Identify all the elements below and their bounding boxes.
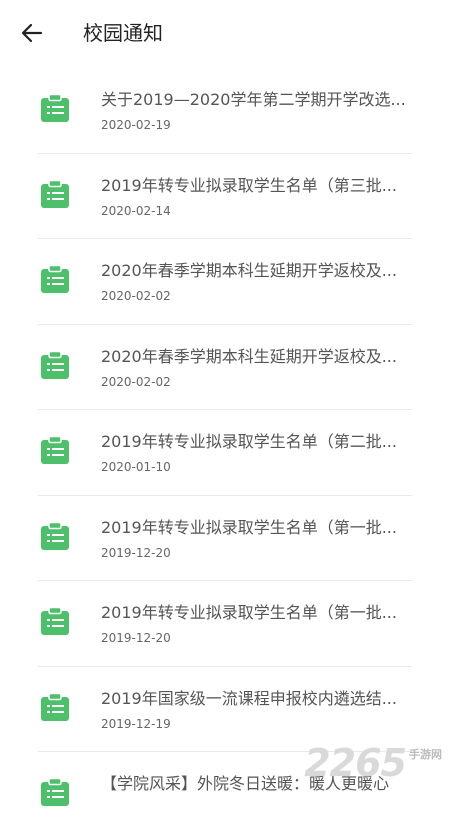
clipboard-list-icon [41, 521, 69, 550]
notice-title: 2019年转专业拟录取学生名单（第二批... [101, 432, 397, 451]
notice-title: 2019年国家级一流课程申报校内遴选结... [101, 688, 397, 708]
page-title: 校园通知 [83, 21, 163, 45]
list-item[interactable]: 2020年春季学期本科生延期开学返校及... 2020-02-02 [0, 325, 450, 410]
notice-list: 关于2019—2020学年第二学期开学改选... 2020-02-19 2019… [0, 68, 450, 838]
notice-title: 2019年转专业拟录取学生名单（第一批... [101, 603, 397, 622]
clipboard-list-icon [41, 264, 69, 293]
clipboard-list-icon [41, 692, 69, 721]
clipboard-list-icon [41, 350, 69, 379]
notice-date: 2019-12-19 [101, 716, 171, 731]
clipboard-list-icon [41, 93, 69, 122]
notice-title: 2019年转专业拟录取学生名单（第三批... [101, 175, 397, 195]
notice-title: 2020年春季学期本科生延期开学返校及... [101, 346, 397, 366]
notice-date: 2020-02-02 [101, 289, 171, 303]
back-button[interactable] [12, 17, 52, 49]
list-item[interactable]: 2019年转专业拟录取学生名单（第一批... 2019-12-20 [0, 496, 450, 581]
list-item[interactable]: 2019年转专业拟录取学生名单（第三批... 2020-02-14 [0, 154, 450, 239]
notice-date: 2020-02-14 [101, 203, 171, 218]
clipboard-list-icon [41, 777, 69, 806]
notice-date: 2019-12-20 [101, 631, 171, 645]
arrow-left-icon [21, 23, 43, 43]
list-item[interactable]: 2019年转专业拟录取学生名单（第二批... 2020-01-10 [0, 410, 450, 496]
clipboard-list-icon [41, 435, 69, 464]
notice-date: 2020-01-10 [101, 460, 171, 474]
site-watermark: 2265 手游网 [304, 744, 442, 782]
notice-date: 2020-02-02 [101, 374, 171, 389]
list-item[interactable]: 关于2019—2020学年第二学期开学改选... 2020-02-19 [0, 68, 450, 154]
list-item[interactable]: 2020年春季学期本科生延期开学返校及... 2020-02-02 [0, 239, 450, 325]
notice-date: 2020-02-19 [101, 118, 171, 132]
notice-title: 2020年春季学期本科生延期开学返校及... [101, 261, 397, 280]
notice-title: 关于2019—2020学年第二学期开学改选... [101, 90, 406, 109]
clipboard-list-icon [41, 179, 69, 208]
list-item[interactable]: 2019年转专业拟录取学生名单（第一批... 2019-12-20 [0, 581, 450, 667]
watermark-number: 2265 [304, 741, 407, 785]
watermark-suffix: 手游网 [409, 748, 442, 761]
notice-date: 2019-12-20 [101, 545, 171, 560]
notice-title: 2019年转专业拟录取学生名单（第一批... [101, 517, 397, 537]
clipboard-list-icon [41, 606, 69, 635]
app-bar: 校园通知 [0, 0, 450, 68]
list-item[interactable]: 2019年国家级一流课程申报校内遴选结... 2019-12-19 [0, 667, 450, 752]
